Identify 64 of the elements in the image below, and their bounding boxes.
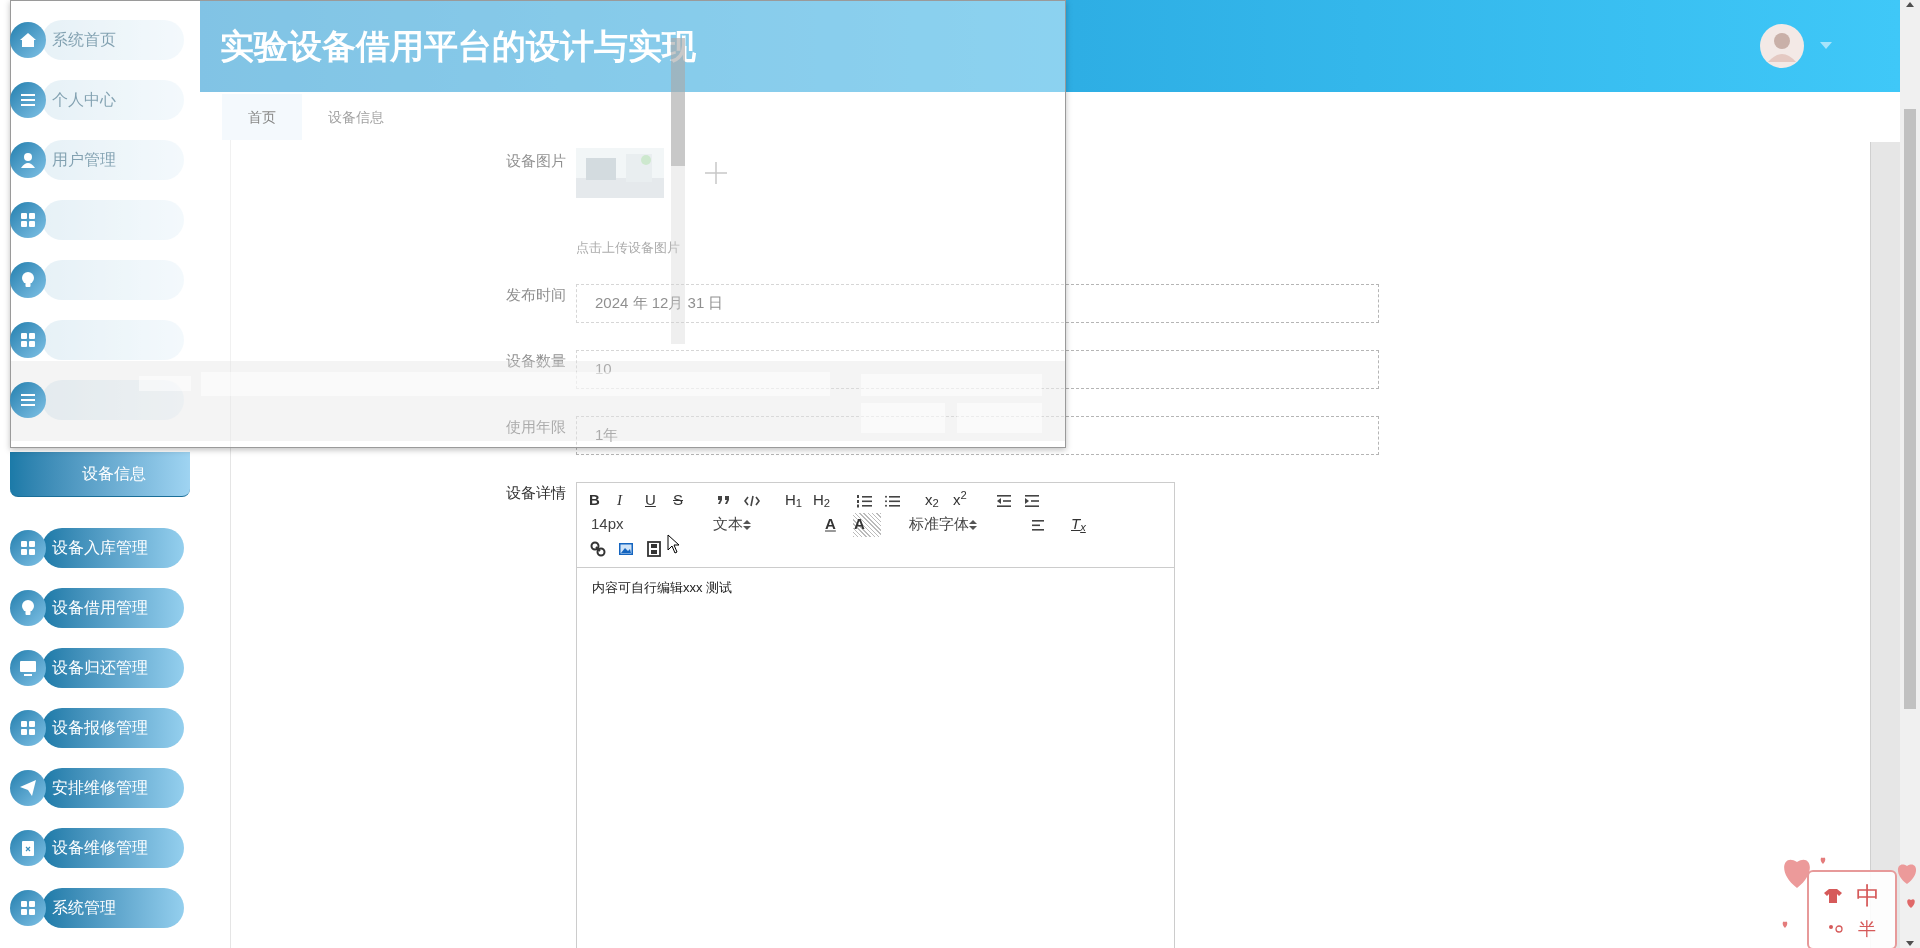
tab[interactable]: 首页 — [222, 94, 302, 140]
paper-plane-icon[interactable] — [10, 770, 46, 806]
format-button[interactable]: x$^{2}$ — [953, 488, 981, 513]
dropdown-arrows-icon[interactable] — [969, 518, 977, 531]
lightbulb-icon[interactable] — [10, 590, 46, 626]
input-mode-label[interactable]: 中 — [1856, 877, 1880, 914]
input-field[interactable]: 1年 — [576, 415, 1379, 455]
menu-item[interactable]: 设备报修管理 — [42, 708, 184, 748]
underline-button[interactable]: U — [645, 488, 673, 513]
input-field[interactable]: 10 — [576, 349, 1379, 389]
dropdown[interactable]: 14px — [589, 512, 697, 537]
field-label: 设备数量 — [505, 350, 566, 371]
menu-item[interactable]: 用户管理 — [42, 140, 184, 180]
menu-item[interactable]: 安排维修管理 — [42, 768, 184, 808]
highlight-button[interactable]: A — [853, 512, 881, 537]
dropdown[interactable]: 标准字体 — [907, 512, 1015, 537]
lightbulb-icon[interactable] — [10, 262, 46, 298]
input-field[interactable]: 2024 年 12月 31 日 — [576, 283, 1379, 323]
upload-hint: 点击上传设备图片 — [576, 239, 681, 257]
grid-icon[interactable] — [10, 202, 46, 238]
field-label: 设备图片 — [505, 151, 566, 171]
menu-group-header[interactable]: 设备信息 — [10, 452, 190, 497]
home-icon[interactable] — [10, 22, 46, 58]
grid-icon[interactable] — [10, 530, 46, 566]
site-title: 实验设备借用平台的设计与实现 — [219, 25, 696, 67]
punctuation-icon[interactable] — [1828, 924, 1844, 934]
list-icon[interactable] — [10, 382, 46, 418]
ime-status-panel[interactable]: 中 半 — [1807, 870, 1897, 948]
monitor-icon[interactable] — [10, 650, 46, 686]
menu-item[interactable]: 设备维修管理 — [42, 828, 184, 868]
bold-button[interactable]: B — [589, 488, 617, 513]
grid-icon[interactable] — [10, 710, 46, 746]
strikethrough-button[interactable]: S — [673, 488, 701, 513]
width-mode-label[interactable]: 半 — [1858, 915, 1876, 943]
menu-item[interactable]: 设备借用管理 — [42, 588, 184, 628]
format-button[interactable]: H$_{2}$ — [813, 488, 841, 513]
menu-item[interactable]: 系统首页 — [42, 20, 184, 60]
clear-format-button[interactable]: T$_{x}$ — [1071, 512, 1099, 537]
scrollbar[interactable] — [1900, 0, 1920, 948]
field-label: 使用年限 — [505, 416, 566, 437]
user-icon[interactable] — [10, 142, 46, 178]
editor-content[interactable]: 内容可自行编辑xxx 测试 — [577, 567, 1174, 597]
text-color-button[interactable]: A — [825, 512, 853, 537]
scroll-up-icon[interactable] — [1905, 0, 1915, 10]
tab[interactable]: 设备信息 — [302, 94, 410, 140]
grid-icon[interactable] — [10, 890, 46, 926]
field-label: 设备详情 — [505, 482, 566, 503]
format-button[interactable]: H$_{1}$ — [785, 488, 813, 513]
dropdown-arrows-icon[interactable] — [743, 518, 751, 531]
mouse-pointer-icon — [667, 534, 680, 554]
clipboard-icon[interactable] — [10, 830, 46, 866]
menu-item[interactable]: 个人中心 — [42, 80, 184, 120]
field-label: 发布时间 — [505, 284, 566, 305]
grid-icon[interactable] — [10, 322, 46, 358]
menu-item[interactable]: 设备归还管理 — [42, 648, 184, 688]
shirt-icon[interactable] — [1824, 888, 1842, 903]
italic-button[interactable]: I — [617, 488, 645, 513]
list-icon[interactable] — [10, 82, 46, 118]
dropdown[interactable]: 文本 — [711, 512, 811, 537]
scroll-down-icon[interactable] — [1905, 938, 1915, 948]
format-button[interactable]: x$_{2}$ — [925, 488, 953, 513]
menu-item[interactable]: 设备入库管理 — [42, 528, 184, 568]
menu-item[interactable]: 系统管理 — [42, 888, 184, 928]
scroll-thumb[interactable] — [1904, 109, 1916, 709]
